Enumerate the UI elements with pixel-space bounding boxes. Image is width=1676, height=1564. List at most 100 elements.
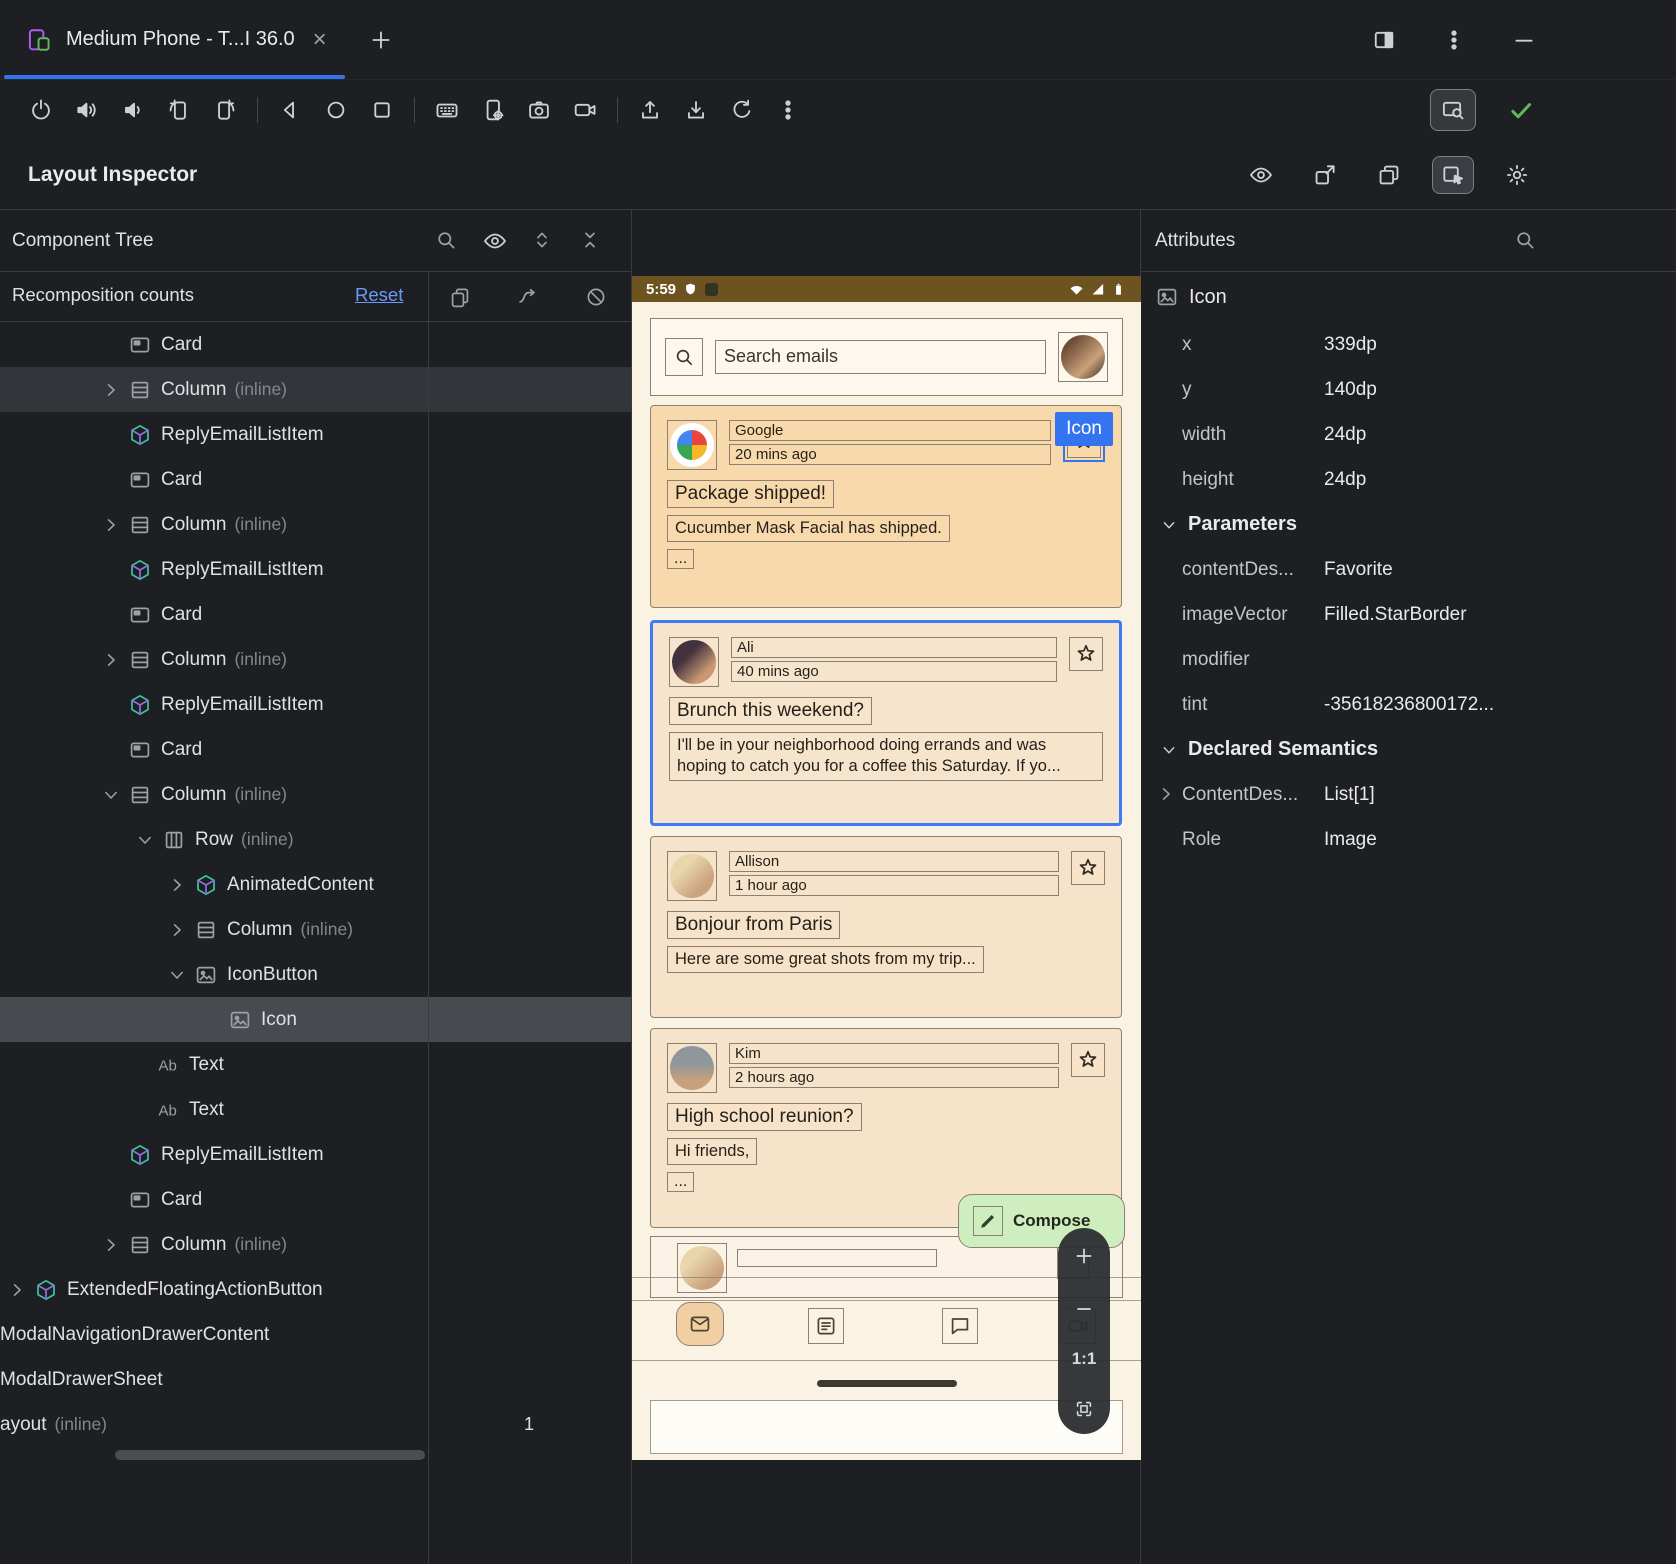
tree-row-modalnavigationdrawercontent[interactable]: ModalNavigationDrawerContent — [0, 1312, 632, 1357]
section-header-declared-semantics[interactable]: Declared Semantics — [1141, 727, 1676, 772]
chevron-right-icon[interactable] — [94, 379, 128, 401]
chevron-right-icon[interactable] — [0, 1279, 34, 1301]
pick-component-button[interactable] — [1432, 156, 1474, 194]
favorite-star-button[interactable] — [1069, 637, 1103, 671]
chevron-down-icon[interactable] — [128, 829, 162, 851]
favorite-star-button[interactable] — [1071, 851, 1105, 885]
layers-button[interactable] — [1368, 156, 1410, 194]
email-card-allison[interactable]: Allison1 hour agoBonjour from ParisHere … — [650, 836, 1122, 1018]
zoom-fit-button[interactable] — [1073, 1398, 1095, 1420]
zoom-out-button[interactable] — [1072, 1297, 1096, 1321]
flow-icon[interactable] — [516, 285, 540, 309]
chevron-down-icon[interactable] — [94, 784, 128, 806]
search-icon[interactable] — [1513, 228, 1537, 252]
tree-row-icon[interactable]: Icon — [0, 997, 632, 1042]
profile-avatar[interactable] — [1058, 332, 1108, 382]
device-settings-button[interactable] — [470, 89, 516, 131]
reset-counts-link[interactable]: Reset — [355, 284, 403, 306]
empty-panel — [650, 1400, 1123, 1454]
zoom-in-button[interactable] — [1072, 1244, 1096, 1268]
chevron-right-icon[interactable] — [1155, 783, 1177, 805]
zoom-ratio-button[interactable]: 1:1 — [1072, 1349, 1097, 1369]
inspect-window-button[interactable] — [1430, 89, 1476, 131]
collapse-all-icon[interactable] — [578, 228, 602, 252]
overview-button[interactable] — [359, 89, 405, 131]
email-card-google[interactable]: Google20 mins agoPackage shipped!Cucumbe… — [650, 405, 1122, 608]
email-card-ali[interactable]: Ali40 mins agoBrunch this weekend?I'll b… — [650, 620, 1122, 826]
volume-down-button[interactable] — [110, 89, 156, 131]
device-tab[interactable]: Medium Phone - T...I 36.0 × — [0, 0, 347, 79]
minimize-icon[interactable] — [1506, 22, 1542, 58]
tree-row-text[interactable]: AbText — [0, 1042, 632, 1087]
tree-row-card[interactable]: Card — [0, 457, 632, 502]
tree-row-ayout[interactable]: ayout(inline)1 — [0, 1402, 632, 1447]
download-button[interactable] — [673, 89, 719, 131]
copy-icon[interactable] — [448, 285, 472, 309]
reset-button[interactable] — [719, 89, 765, 131]
screen-record-button[interactable] — [562, 89, 608, 131]
nav-articles-item[interactable] — [808, 1308, 844, 1344]
chevron-right-icon[interactable] — [94, 1234, 128, 1256]
comp-icon — [34, 1278, 58, 1302]
keyboard-button[interactable] — [424, 89, 470, 131]
tree-row-row[interactable]: Row(inline) — [0, 817, 632, 862]
favorite-star-button[interactable] — [1071, 1043, 1105, 1077]
tree-horizontal-scrollbar[interactable] — [115, 1450, 425, 1460]
visibility-button[interactable] — [1240, 156, 1282, 194]
tree-row-animatedcontent[interactable]: AnimatedContent — [0, 862, 632, 907]
settings-button[interactable] — [1496, 156, 1538, 194]
block-icon[interactable] — [584, 285, 608, 309]
upload-button[interactable] — [627, 89, 673, 131]
tree-row-column[interactable]: Column(inline) — [0, 907, 632, 952]
section-header-parameters[interactable]: Parameters — [1141, 502, 1676, 547]
nav-inbox-item[interactable] — [676, 1302, 724, 1346]
tree-row-card[interactable]: Card — [0, 1177, 632, 1222]
check-button[interactable] — [1498, 89, 1544, 131]
more-button[interactable] — [765, 89, 811, 131]
tree-row-text[interactable]: AbText — [0, 1087, 632, 1132]
tree-row-replyemaillistitem[interactable]: ReplyEmailListItem — [0, 547, 632, 592]
tree-row-iconbutton[interactable]: IconButton — [0, 952, 632, 997]
new-tab-button[interactable] — [361, 20, 401, 60]
volume-up-button[interactable] — [64, 89, 110, 131]
power-button[interactable] — [18, 89, 64, 131]
chevron-right-icon[interactable] — [160, 874, 194, 896]
panel-layout-icon[interactable] — [1366, 22, 1402, 58]
search-icon[interactable] — [434, 228, 458, 252]
tree-row-card[interactable]: Card — [0, 592, 632, 637]
tree-row-replyemaillistitem[interactable]: ReplyEmailListItem — [0, 412, 632, 457]
tree-row-card[interactable]: Card — [0, 322, 632, 367]
export-button[interactable] — [1304, 156, 1346, 194]
rotate-right-button[interactable] — [202, 89, 248, 131]
chevron-right-icon[interactable] — [94, 649, 128, 671]
tree-row-column[interactable]: Column(inline) — [0, 367, 632, 412]
tab-close-icon[interactable]: × — [313, 28, 327, 52]
nav-chat-item[interactable] — [942, 1308, 978, 1344]
visibility-icon[interactable] — [482, 228, 508, 254]
more-icon[interactable] — [1436, 22, 1472, 58]
tree-row-column[interactable]: Column(inline) — [0, 502, 632, 547]
search-input[interactable]: Search emails — [715, 340, 1046, 374]
home-button[interactable] — [313, 89, 359, 131]
tree-row-column[interactable]: Column(inline) — [0, 772, 632, 817]
tree-row-column[interactable]: Column(inline) — [0, 637, 632, 682]
tree-node-label: ExtendedFloatingActionButton — [67, 1279, 323, 1301]
email-body: I'll be in your neighborhood doing erran… — [669, 732, 1103, 781]
expand-all-icon[interactable] — [530, 228, 554, 252]
tree-row-card[interactable]: Card — [0, 727, 632, 772]
chevron-down-icon[interactable] — [160, 964, 194, 986]
tree-row-modaldrawersheet[interactable]: ModalDrawerSheet — [0, 1357, 632, 1402]
back-button[interactable] — [267, 89, 313, 131]
more-icon — [775, 97, 801, 123]
tree-row-replyemaillistitem[interactable]: ReplyEmailListItem — [0, 682, 632, 727]
search-bar[interactable]: Search emails — [650, 318, 1123, 396]
chevron-right-icon[interactable] — [160, 919, 194, 941]
screenshot-button[interactable] — [516, 89, 562, 131]
tree-row-replyemaillistitem[interactable]: ReplyEmailListItem — [0, 1132, 632, 1177]
tree-row-extendedfloatingactionbutton[interactable]: ExtendedFloatingActionButton — [0, 1267, 632, 1312]
device-screenshot[interactable]: 5:59 Search emails Google20 mins agoPack… — [632, 276, 1141, 1460]
attribute-row-contentdes-[interactable]: ContentDes...List[1] — [1141, 772, 1676, 817]
tree-row-column[interactable]: Column(inline) — [0, 1222, 632, 1267]
rotate-left-button[interactable] — [156, 89, 202, 131]
chevron-right-icon[interactable] — [94, 514, 128, 536]
